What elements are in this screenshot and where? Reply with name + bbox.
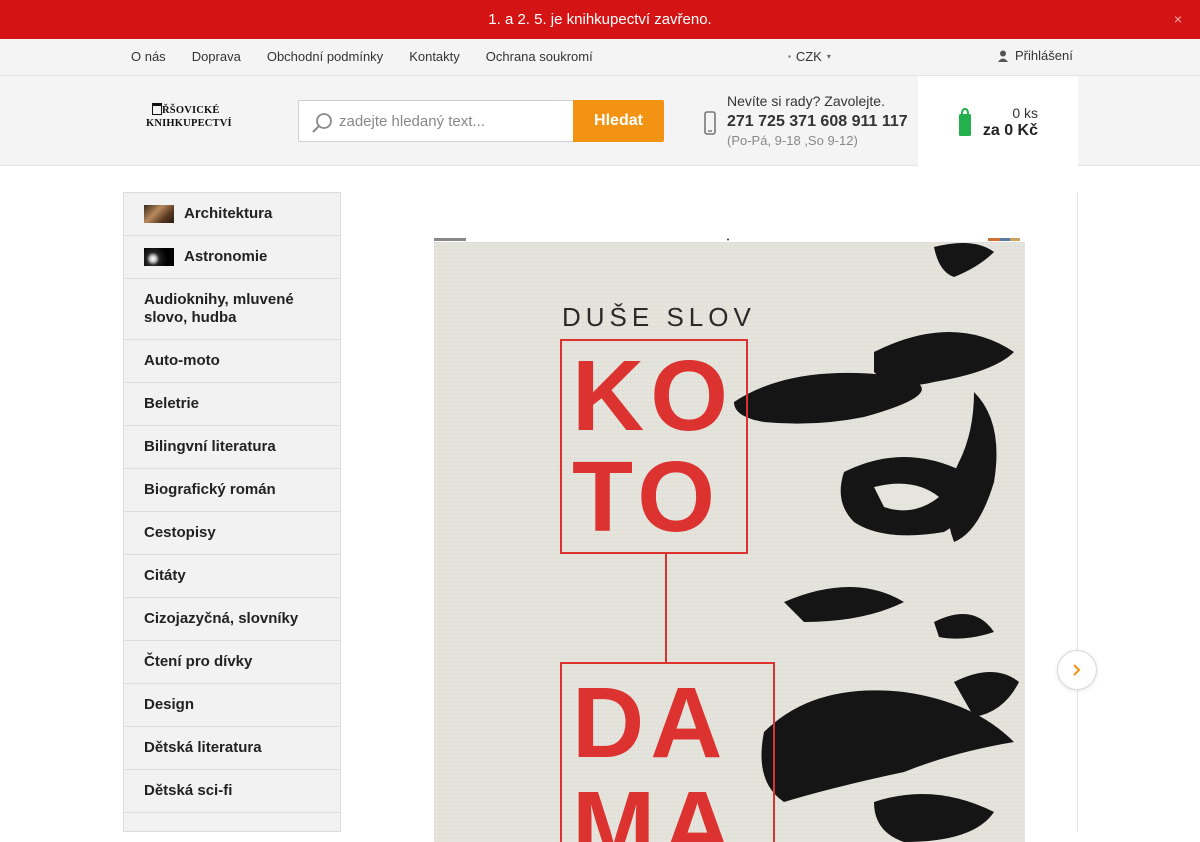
category-label: Cestopisy: [144, 524, 216, 541]
phone-icon: [704, 111, 716, 135]
search-box: [298, 100, 574, 142]
cart-widget[interactable]: 0 ks za 0 Kč: [918, 76, 1078, 166]
category-label: Dětská sci-fi: [144, 782, 233, 799]
category-label: Design: [144, 696, 195, 713]
currency-selector[interactable]: ▪ CZK ▾: [788, 49, 831, 64]
category-label: Auto-moto: [144, 352, 220, 369]
category-label: Architektura: [184, 205, 273, 222]
book-cover-image[interactable]: DUŠE SLOV KO TO DA MA: [434, 242, 1025, 842]
category-item[interactable]: Design: [124, 684, 340, 727]
cart-quantity: 0 ks: [1012, 105, 1038, 121]
title-connector-line: [665, 554, 667, 662]
contact-question: Nevíte si rady? Zavolejte.: [727, 93, 885, 109]
category-item[interactable]: Architektura: [124, 193, 340, 236]
category-label: Biografický román: [144, 481, 276, 498]
chevron-right-icon: [1073, 664, 1081, 676]
category-item[interactable]: Cizojazyčná, slovníky: [124, 598, 340, 641]
user-icon: [998, 50, 1008, 62]
site-logo[interactable]: ŘŠOVICKÉ KNIHKUPECTVÍ: [146, 103, 232, 135]
currency-label: CZK: [795, 49, 822, 64]
category-label: Audioknihy, mluvené slovo, hudba: [144, 291, 294, 326]
login-link[interactable]: Přihlášení: [998, 48, 1073, 63]
category-item[interactable]: Audioknihy, mluvené slovo, hudba: [124, 279, 340, 340]
cart-total: za 0 Kč: [982, 122, 1038, 139]
chevron-down-icon: ▾: [826, 52, 831, 61]
contact-hours: (Po-Pá, 9-18 ,So 9-12): [727, 133, 858, 148]
product-carousel: DUŠE SLOV KO TO DA MA: [357, 192, 1078, 842]
category-item[interactable]: Beletrie: [124, 383, 340, 426]
category-item[interactable]: Biografický román: [124, 469, 340, 512]
title-syllable: DA: [572, 667, 729, 779]
search-button[interactable]: Hledat: [573, 100, 664, 142]
nav-link-contacts[interactable]: Kontakty: [396, 49, 473, 64]
category-sidebar: Architektura Astronomie Audioknihy, mluv…: [123, 192, 341, 832]
category-label: Citáty: [144, 567, 186, 584]
info-links: O nás Doprava Obchodní podmínky Kontakty…: [118, 49, 606, 64]
login-label: Přihlášení: [1015, 48, 1073, 63]
nav-link-privacy[interactable]: Ochrana soukromí: [473, 49, 606, 64]
category-item[interactable]: Bilingvní literatura: [124, 426, 340, 469]
category-item[interactable]: Čtení pro dívky: [124, 641, 340, 684]
currency-icon: ▪: [788, 52, 791, 61]
top-navigation: O nás Doprava Obchodní podmínky Kontakty…: [0, 39, 1200, 76]
logo-line-1: ŘŠOVICKÉ: [162, 105, 220, 116]
category-item[interactable]: Citáty: [124, 555, 340, 598]
title-syllable: KO: [572, 340, 734, 452]
logo-emblem-icon: [152, 103, 162, 115]
category-label: Bilingvní literatura: [144, 438, 276, 455]
nav-link-shipping[interactable]: Doprava: [179, 49, 254, 64]
announcement-text: 1. a 2. 5. je knihkupectví zavřeno.: [488, 11, 712, 28]
category-label: Dětská literatura: [144, 739, 262, 756]
contact-info: Nevíte si rady? Zavolejte. 271 725 371 6…: [727, 93, 908, 148]
category-label: Beletrie: [144, 395, 200, 412]
category-label: Cizojazyčná, slovníky: [144, 610, 299, 627]
carousel-next-button[interactable]: [1057, 650, 1097, 690]
architecture-thumbnail: [144, 205, 174, 223]
category-label: Astronomie: [184, 248, 268, 265]
category-item[interactable]: Astronomie: [124, 236, 340, 279]
close-icon[interactable]: ×: [1174, 11, 1182, 27]
title-syllable: TO: [572, 441, 722, 553]
book-subtitle: DUŠE SLOV: [562, 302, 756, 332]
category-item[interactable]: Auto-moto: [124, 340, 340, 383]
category-item[interactable]: Dětská literatura: [124, 727, 340, 770]
contact-phone[interactable]: 271 725 371 608 911 117: [727, 113, 908, 131]
nav-link-terms[interactable]: Obchodní podmínky: [254, 49, 396, 64]
astronomy-thumbnail: [144, 248, 174, 266]
search-input[interactable]: [339, 101, 569, 141]
shopping-bag-icon: [959, 107, 971, 136]
category-item[interactable]: Dětská sci-fi: [124, 770, 340, 813]
category-item[interactable]: Cestopisy: [124, 512, 340, 555]
logo-line-2: KNIHKUPECTVÍ: [146, 118, 232, 129]
magnifier-icon: [312, 113, 332, 133]
announcement-bar: 1. a 2. 5. je knihkupectví zavřeno. ×: [0, 0, 1200, 39]
category-label: Čtení pro dívky: [144, 653, 253, 670]
title-syllable: MA: [572, 771, 740, 842]
nav-link-about[interactable]: O nás: [118, 49, 179, 64]
